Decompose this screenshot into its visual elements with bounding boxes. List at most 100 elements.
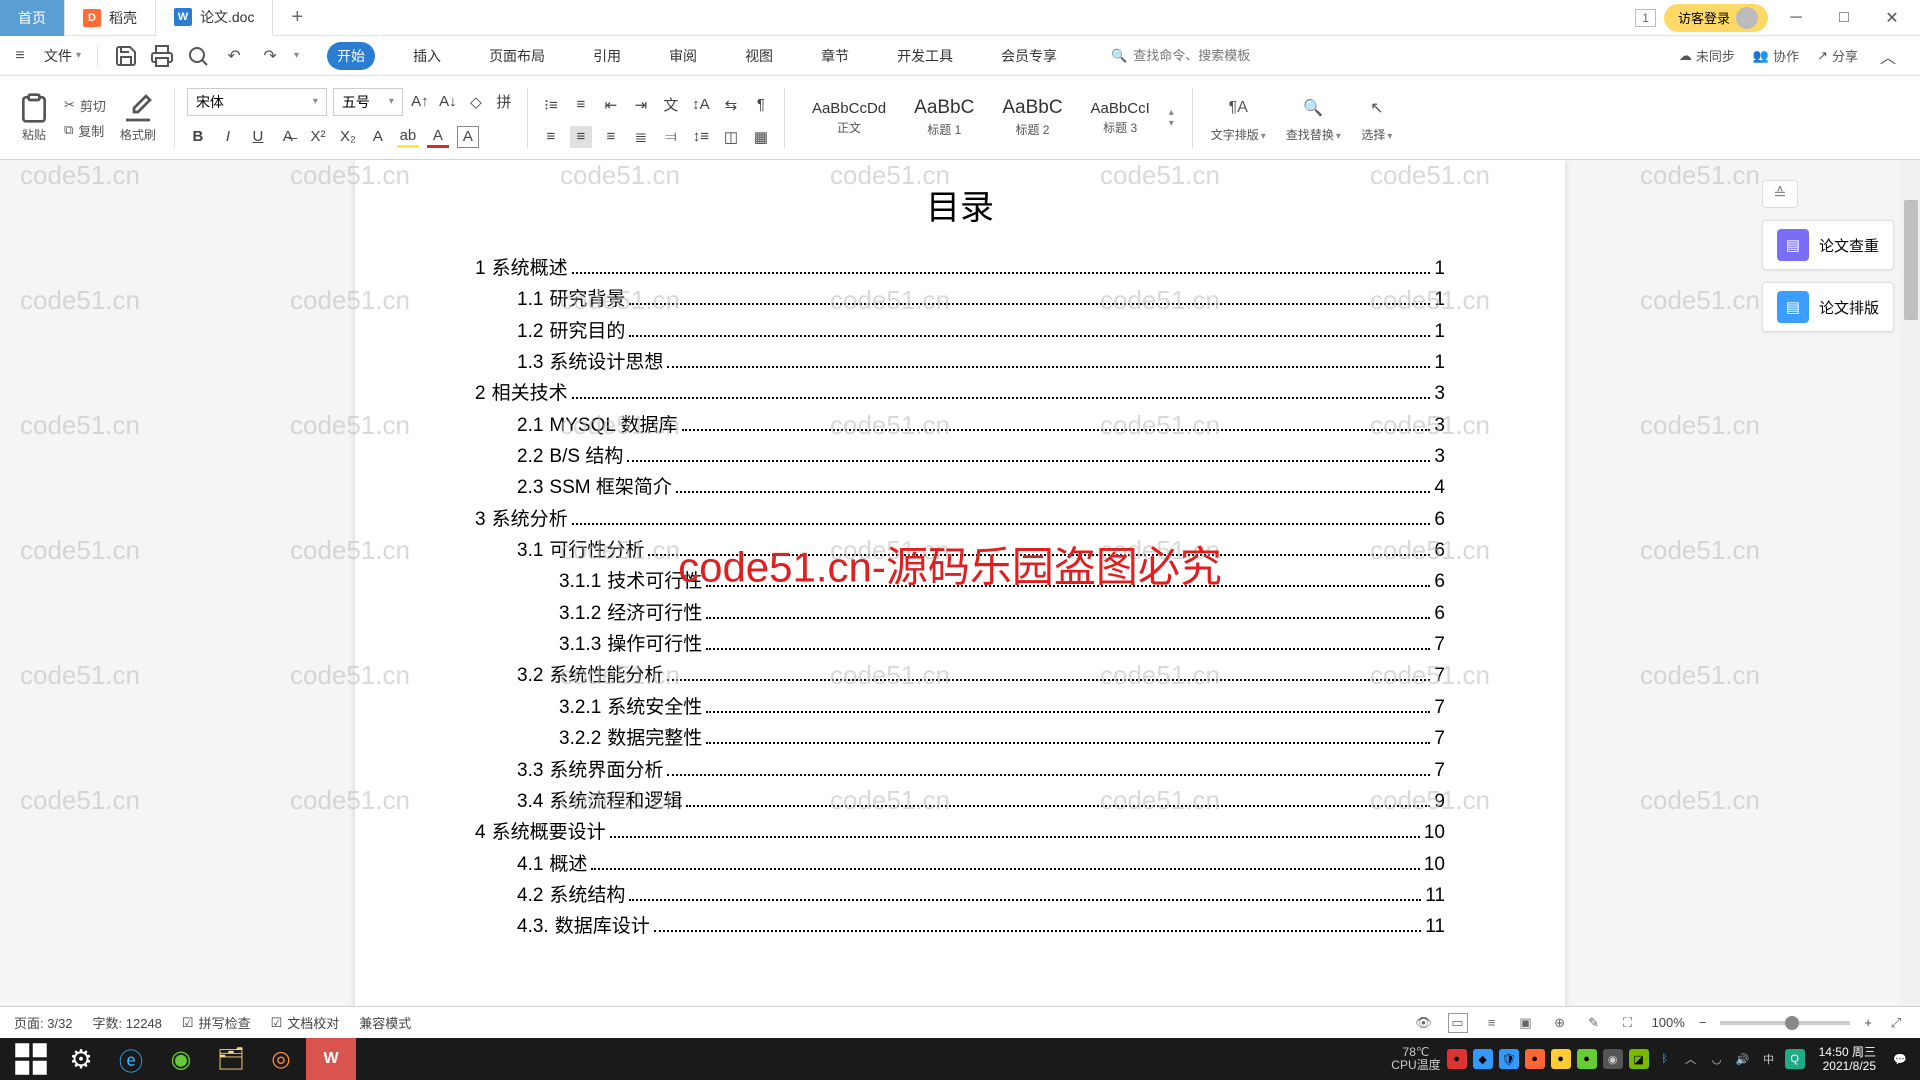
menutab-references[interactable]: 引用	[583, 42, 631, 70]
justify-button[interactable]: ≣	[630, 126, 652, 148]
zoom-percent[interactable]: 100%	[1652, 1015, 1685, 1030]
sync-status[interactable]: ☁未同步	[1679, 46, 1735, 65]
reading-view-icon[interactable]: ▣	[1516, 1013, 1536, 1033]
menutab-start[interactable]: 开始	[327, 42, 375, 70]
close-button[interactable]: ✕	[1872, 2, 1912, 34]
font-name-select[interactable]: 宋体▾	[187, 88, 327, 116]
toc-row[interactable]: 3.1.1技术可行性6	[559, 566, 1445, 597]
proofread-toggle[interactable]: ☑文档校对	[271, 1013, 340, 1032]
word-count[interactable]: 字数: 12248	[93, 1013, 162, 1032]
toc-row[interactable]: 3.3系统界面分析7	[517, 755, 1445, 786]
font-size-select[interactable]: 五号▾	[333, 88, 403, 116]
toc-row[interactable]: 1系统概述1	[475, 253, 1445, 284]
toc-row[interactable]: 1.2研究目的1	[517, 316, 1445, 347]
phonetic-icon[interactable]: 拼	[493, 91, 515, 113]
shading-button[interactable]: ◫	[720, 126, 742, 148]
align-center-button[interactable]: ≡	[570, 126, 592, 148]
toc-row[interactable]: 3.1.2经济可行性6	[559, 598, 1445, 629]
clipboard-icon[interactable]	[18, 92, 50, 124]
text-layout-button[interactable]: ¶A 文字排版▾	[1205, 92, 1272, 143]
fullscreen-icon[interactable]: ⤢	[1886, 1013, 1906, 1033]
share-button[interactable]: ↗分享	[1817, 46, 1858, 65]
outline-view-icon[interactable]: ≡	[1482, 1013, 1502, 1033]
eye-icon[interactable]: 👁	[1414, 1013, 1434, 1033]
style-heading-1[interactable]: AaBbC标题 1	[905, 92, 983, 143]
tab-add-button[interactable]: +	[273, 6, 321, 29]
undo-icon[interactable]: ↶	[222, 44, 246, 68]
tray-q-icon[interactable]: Q	[1785, 1049, 1805, 1069]
strikethrough-button[interactable]: A̶	[277, 126, 299, 148]
nvidia-icon[interactable]: ◪	[1629, 1049, 1649, 1069]
decrease-indent-button[interactable]: ⇤	[600, 94, 622, 116]
menutab-page-layout[interactable]: 页面布局	[479, 42, 555, 70]
chevron-up-icon[interactable]: ︿	[1681, 1049, 1701, 1069]
save-icon[interactable]	[114, 44, 138, 68]
tray-icon[interactable]: ◆	[1473, 1049, 1493, 1069]
distribute-button[interactable]: ⫤	[660, 126, 682, 148]
menutab-insert[interactable]: 插入	[403, 42, 451, 70]
app-orange-icon[interactable]: ◎	[256, 1038, 306, 1080]
highlight-button[interactable]: ab	[397, 126, 419, 148]
toc-row[interactable]: 3.2系统性能分析7	[517, 660, 1445, 691]
zoom-in-button[interactable]: +	[1864, 1015, 1872, 1030]
clock[interactable]: 14:50 周三2021/8/25	[1811, 1045, 1884, 1074]
tab-home[interactable]: 首页	[0, 0, 65, 36]
scrollbar-thumb[interactable]	[1904, 200, 1918, 320]
vertical-scrollbar[interactable]	[1902, 160, 1920, 1038]
format-painter-label[interactable]: 格式刷	[120, 126, 156, 143]
menutab-member[interactable]: 会员专享	[991, 42, 1067, 70]
align-right-button[interactable]: ≡	[600, 126, 622, 148]
toc-row[interactable]: 1.1研究背景1	[517, 284, 1445, 315]
tray-icon[interactable]: ●	[1577, 1049, 1597, 1069]
increase-font-icon[interactable]: A↑	[409, 91, 431, 113]
menutab-review[interactable]: 审阅	[659, 42, 707, 70]
hamburger-icon[interactable]: ≡	[8, 44, 32, 68]
borders-button[interactable]: ▦	[750, 126, 772, 148]
sort-button[interactable]: ↕A	[690, 94, 712, 116]
toc-row[interactable]: 2.1MYSQL 数据库3	[517, 410, 1445, 441]
font-color-button[interactable]: A	[427, 126, 449, 148]
toc-row[interactable]: 3.1.3操作可行性7	[559, 629, 1445, 660]
wps-icon[interactable]: W	[306, 1038, 356, 1080]
menutab-view[interactable]: 视图	[735, 42, 783, 70]
ie-icon[interactable]: ⓔ	[106, 1038, 156, 1080]
cpu-temp-widget[interactable]: 78℃CPU温度	[1391, 1046, 1440, 1072]
side-collapse-icon[interactable]: ≙	[1762, 180, 1798, 208]
collapse-ribbon-icon[interactable]: ︿	[1876, 44, 1900, 68]
select-button[interactable]: ↖ 选择▾	[1355, 92, 1399, 143]
toc-row[interactable]: 2.3SSM 框架简介4	[517, 472, 1445, 503]
menutab-dev-tools[interactable]: 开发工具	[887, 42, 963, 70]
command-search[interactable]: 🔍	[1111, 48, 1293, 64]
increase-indent-button[interactable]: ⇥	[630, 94, 652, 116]
line-spacing-button[interactable]: ↕≡	[690, 126, 712, 148]
volume-icon[interactable]: 🔊	[1733, 1049, 1753, 1069]
style-heading-3[interactable]: AaBbCcI标题 3	[1082, 95, 1159, 141]
cut-button[interactable]: ✂剪切	[64, 96, 106, 115]
toc-row[interactable]: 3.1可行性分析6	[517, 535, 1445, 566]
toc-row[interactable]: 4.2系统结构11	[517, 880, 1445, 911]
style-body[interactable]: AaBbCcDd正文	[803, 95, 895, 141]
file-menu[interactable]: 文件▾	[44, 46, 81, 66]
italic-button[interactable]: I	[217, 126, 239, 148]
toc-row[interactable]: 3.2.2数据完整性7	[559, 723, 1445, 754]
edit-icon[interactable]: ✎	[1584, 1013, 1604, 1033]
find-replace-button[interactable]: 🔍 查找替换▾	[1280, 92, 1347, 143]
paper-layout-button[interactable]: ▤ 论文排版	[1762, 282, 1894, 332]
paste-label[interactable]: 粘贴	[22, 126, 46, 143]
fit-width-icon[interactable]: ⛶	[1618, 1013, 1638, 1033]
minimize-button[interactable]: ─	[1776, 2, 1816, 34]
toc-row[interactable]: 3.4系统流程和逻辑9	[517, 786, 1445, 817]
zoom-slider[interactable]	[1720, 1021, 1850, 1025]
ime-icon[interactable]: 中	[1759, 1049, 1779, 1069]
tray-icon[interactable]: ●	[1525, 1049, 1545, 1069]
plagiarism-check-button[interactable]: ▤ 论文查重	[1762, 220, 1894, 270]
subscript-button[interactable]: X₂	[337, 126, 359, 148]
align-left-button[interactable]: ≡	[540, 126, 562, 148]
char-border-button[interactable]: A	[457, 126, 479, 148]
decrease-font-icon[interactable]: A↓	[437, 91, 459, 113]
styles-more-icon[interactable]: ▴▾	[1169, 107, 1174, 129]
collab-button[interactable]: 👥协作	[1753, 46, 1799, 65]
command-search-input[interactable]	[1133, 48, 1293, 63]
page-view-icon[interactable]: ▭	[1448, 1013, 1468, 1033]
tray-icon[interactable]: 🛡	[1499, 1049, 1519, 1069]
